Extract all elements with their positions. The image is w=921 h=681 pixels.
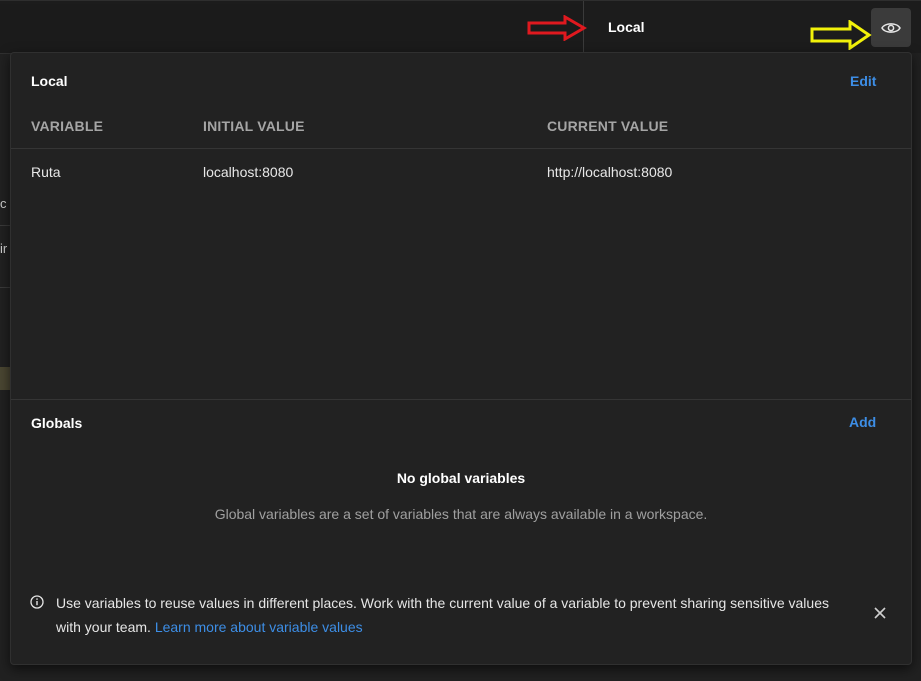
info-banner-text: Use variables to reuse values in differe…	[56, 591, 846, 639]
empty-state-title: No global variables	[396, 470, 526, 486]
background-text-fragment: c	[0, 196, 7, 211]
eye-icon	[881, 22, 901, 33]
close-icon[interactable]	[872, 605, 888, 621]
background-divider	[0, 287, 10, 288]
section-divider	[11, 399, 911, 400]
column-header-variable: VARIABLE	[31, 118, 104, 134]
environment-quick-look-button[interactable]	[871, 8, 911, 47]
info-icon	[30, 595, 44, 609]
environment-quick-look-popover: Local Edit VARIABLE INITIAL VALUE CURREN…	[10, 52, 912, 665]
column-header-current-value: CURRENT VALUE	[547, 118, 669, 134]
top-bar: Local	[0, 0, 921, 54]
column-header-initial-value: INITIAL VALUE	[203, 118, 305, 134]
learn-more-link[interactable]: Learn more about variable values	[155, 619, 363, 635]
variable-name-cell: Ruta	[31, 164, 61, 180]
yellow-arrow-annotation	[810, 20, 872, 50]
globals-section-title: Globals	[31, 415, 83, 431]
edit-environment-button[interactable]: Edit	[850, 73, 876, 89]
red-arrow-annotation	[527, 15, 587, 41]
environment-selector[interactable]: Local	[608, 19, 645, 35]
initial-value-cell: localhost:8080	[203, 164, 294, 180]
background-text-fragment: ir	[0, 241, 8, 256]
background-highlight	[0, 367, 10, 390]
local-section-title: Local	[31, 73, 68, 89]
current-value-cell: http://localhost:8080	[547, 164, 673, 180]
top-bar-left-area	[0, 4, 583, 54]
background-divider	[0, 225, 10, 226]
add-global-button[interactable]: Add	[849, 414, 876, 430]
empty-state-description: Global variables are a set of variables …	[214, 506, 708, 522]
table-header-divider	[11, 148, 911, 149]
